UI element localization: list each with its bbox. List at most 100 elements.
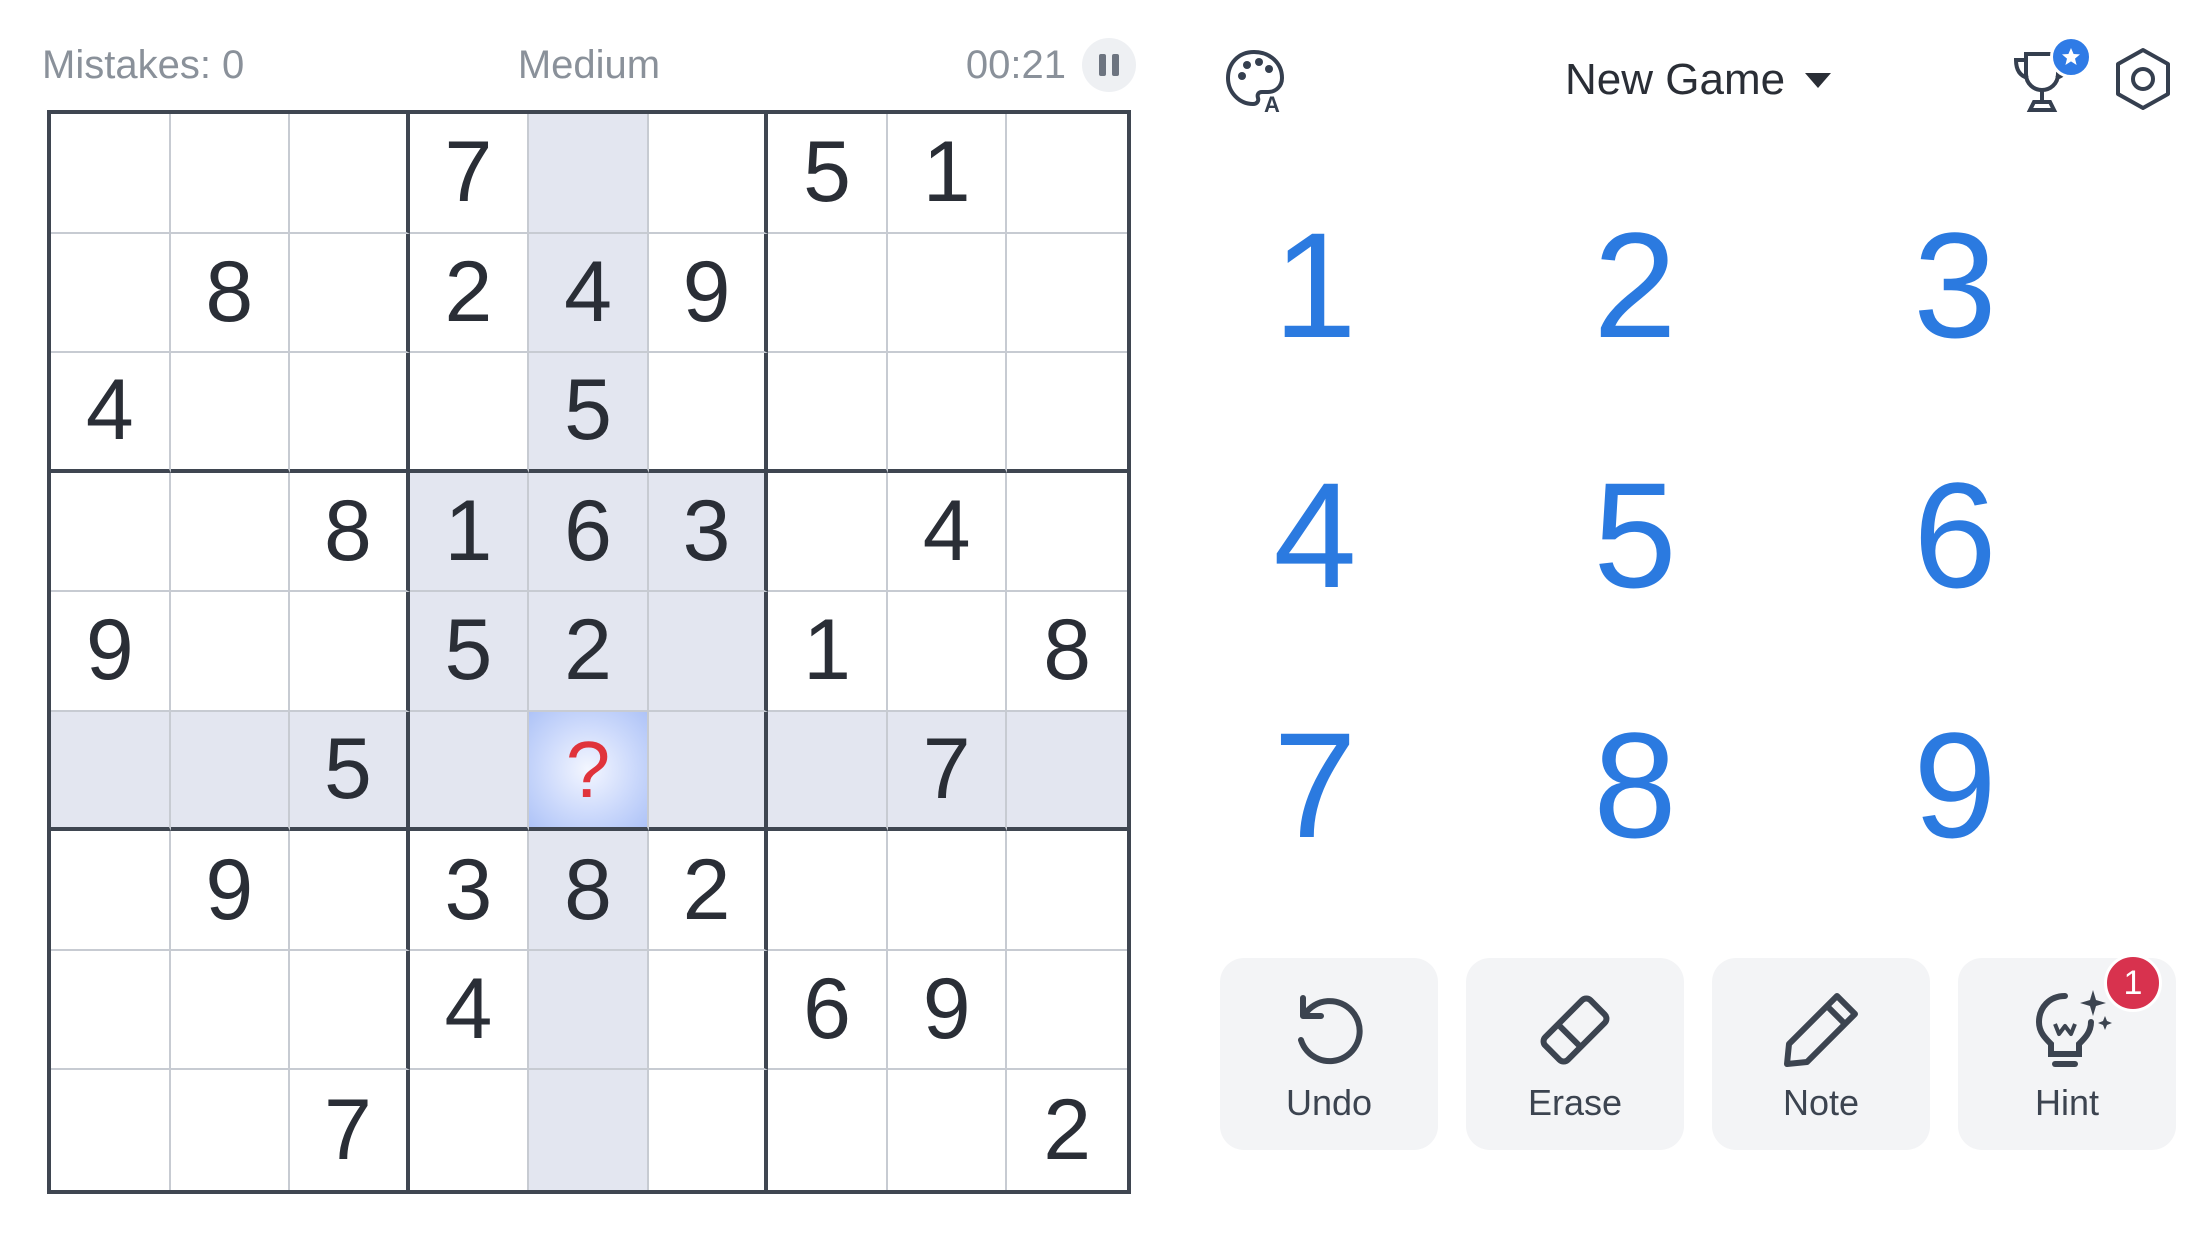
undo-button[interactable]: Undo — [1220, 958, 1438, 1150]
number-button[interactable]: 5 — [1570, 410, 1890, 660]
board-cell[interactable] — [887, 831, 1008, 951]
board-cell[interactable] — [170, 353, 291, 473]
number-button[interactable]: 6 — [1890, 410, 2208, 660]
board-cell[interactable] — [170, 592, 291, 712]
board-cell[interactable] — [409, 353, 530, 473]
board-cell[interactable]: 3 — [648, 472, 769, 593]
board-cell[interactable] — [887, 353, 1008, 473]
board-cell[interactable]: 2 — [648, 831, 769, 951]
board-cell[interactable]: 9 — [648, 233, 769, 354]
board-cell[interactable] — [1007, 951, 1127, 1071]
number-button[interactable]: 2 — [1570, 160, 1890, 410]
board-cell[interactable] — [648, 592, 769, 712]
board-cell[interactable] — [51, 831, 171, 951]
board-cell[interactable] — [290, 592, 410, 712]
board-cell[interactable] — [1007, 831, 1127, 951]
board-cell[interactable]: 1 — [887, 114, 1008, 234]
board-cell[interactable]: 7 — [409, 114, 530, 234]
board-cell[interactable] — [768, 711, 888, 832]
board-cell[interactable] — [1007, 114, 1127, 234]
new-game-dropdown[interactable]: New Game — [1565, 50, 1832, 110]
board-cell[interactable]: 4 — [409, 950, 530, 1071]
board-cell[interactable] — [768, 353, 888, 473]
board-cell[interactable]: 9 — [51, 592, 171, 712]
pause-icon — [1099, 54, 1106, 76]
board-cell[interactable] — [768, 472, 888, 593]
board-cell[interactable] — [649, 1070, 769, 1190]
number-button[interactable]: 8 — [1570, 660, 1890, 910]
board-cell[interactable]: 7 — [887, 711, 1008, 832]
board-cell[interactable] — [51, 1070, 171, 1190]
timer: 00:21 — [965, 42, 1066, 87]
number-button[interactable]: 1 — [1250, 160, 1570, 410]
board-cell[interactable] — [648, 353, 769, 473]
board-cell[interactable] — [648, 950, 769, 1071]
board-cell[interactable] — [51, 950, 171, 1071]
settings-icon[interactable] — [2108, 44, 2178, 114]
board-cell[interactable] — [648, 711, 769, 832]
board-cell[interactable]: 6 — [768, 950, 888, 1071]
board-cell[interactable] — [1007, 353, 1127, 473]
board-cell[interactable] — [290, 233, 410, 354]
number-button[interactable]: 4 — [1250, 410, 1570, 660]
board-cell[interactable]: 8 — [290, 472, 410, 593]
note-button[interactable]: Note — [1712, 958, 1930, 1150]
board-cell[interactable] — [170, 114, 291, 234]
board-cell[interactable] — [290, 831, 410, 951]
board-cell[interactable] — [170, 711, 291, 832]
board-cell[interactable]: 7 — [290, 1070, 410, 1190]
board-cell[interactable] — [290, 950, 410, 1071]
number-button[interactable]: 7 — [1250, 660, 1570, 910]
board-cell[interactable]: ? — [529, 711, 649, 832]
board-cell[interactable] — [51, 114, 171, 234]
board-cell[interactable] — [171, 1070, 291, 1190]
board-cell[interactable]: 9 — [170, 831, 291, 951]
board-cell[interactable] — [290, 353, 410, 473]
board-cell[interactable] — [51, 233, 171, 354]
board-cell[interactable] — [1007, 711, 1127, 832]
board-cell[interactable] — [768, 1070, 888, 1190]
board-cell[interactable]: 5 — [290, 711, 410, 832]
board-cell[interactable]: 2 — [529, 592, 649, 712]
board-cell[interactable]: 5 — [768, 114, 888, 234]
board-cell[interactable]: 3 — [409, 831, 530, 951]
palette-icon[interactable]: A — [1222, 46, 1290, 114]
board-cell[interactable] — [1007, 234, 1127, 354]
board-cell[interactable]: 8 — [1007, 592, 1127, 712]
hint-button[interactable]: Hint 1 — [1958, 954, 2176, 1150]
pause-button[interactable] — [1082, 38, 1136, 92]
board-cell[interactable]: 6 — [529, 472, 649, 593]
number-button[interactable]: 9 — [1890, 660, 2208, 910]
board-cell[interactable] — [887, 233, 1008, 354]
board-cell[interactable] — [290, 114, 410, 234]
board-cell[interactable]: 4 — [887, 472, 1008, 593]
board-cell[interactable]: 1 — [409, 472, 530, 593]
board-cell[interactable] — [768, 233, 888, 354]
board-cell[interactable] — [529, 950, 649, 1071]
board-cell[interactable]: 4 — [529, 233, 649, 354]
board-cell[interactable] — [170, 950, 291, 1071]
board-cell[interactable]: 5 — [529, 353, 649, 473]
board-cell[interactable]: 5 — [409, 592, 530, 712]
board-cell[interactable]: 4 — [51, 353, 171, 473]
board-cell[interactable]: 2 — [409, 233, 530, 354]
board-cell[interactable] — [1007, 473, 1127, 593]
board-cell[interactable] — [51, 472, 171, 593]
number-button[interactable]: 3 — [1890, 160, 2208, 410]
board-cell[interactable] — [409, 711, 530, 832]
board-cell[interactable]: 9 — [887, 950, 1008, 1071]
board-cell[interactable]: 1 — [768, 592, 888, 712]
board-cell[interactable]: 8 — [529, 831, 649, 951]
board-cell[interactable] — [887, 592, 1008, 712]
board-cell[interactable] — [529, 114, 649, 234]
board-cell[interactable] — [648, 114, 769, 234]
board-cell[interactable] — [170, 472, 291, 593]
board-cell[interactable] — [768, 831, 888, 951]
board-cell[interactable]: 8 — [170, 233, 291, 354]
board-cell[interactable]: 2 — [1007, 1070, 1127, 1190]
board-cell[interactable] — [529, 1070, 649, 1190]
erase-button[interactable]: Erase — [1466, 958, 1684, 1150]
board-cell[interactable] — [51, 711, 171, 832]
board-cell[interactable] — [410, 1070, 530, 1190]
board-cell[interactable] — [888, 1070, 1008, 1190]
